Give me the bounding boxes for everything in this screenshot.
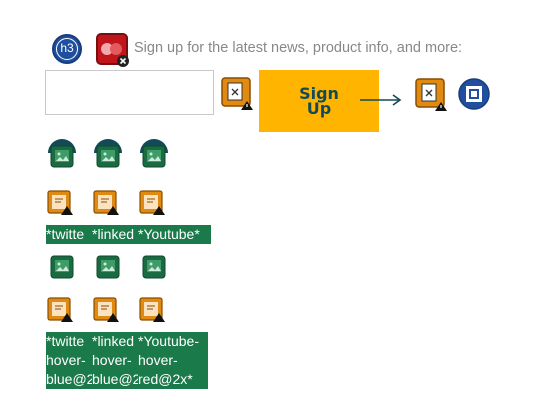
social-twitter-circle[interactable] [46, 137, 78, 174]
image-placeholder-icon [94, 139, 122, 168]
label-line: *Youtube- [138, 333, 199, 349]
social-twitter-broken [47, 190, 75, 221]
social-linkedin-circle[interactable] [92, 137, 124, 174]
label-line: hover- [138, 352, 178, 368]
broken-image-icon [47, 297, 73, 322]
image-placeholder-icon [142, 255, 166, 279]
image-placeholder-icon [48, 139, 76, 168]
social-twitter-hover-image[interactable] [50, 255, 74, 284]
label-line: blue@2 [46, 371, 92, 387]
arrow-right-icon [360, 94, 402, 106]
image-placeholder-icon [50, 255, 74, 279]
broken-image-icon [93, 297, 119, 322]
label-line: *twitte [46, 333, 85, 349]
missing-plugin-icon [96, 33, 129, 67]
social-twitter-hover-label[interactable]: *twitte hover- blue@2 [46, 332, 92, 389]
broken-image-icon [93, 190, 119, 215]
h3-badge-icon: h3 [52, 34, 82, 64]
broken-image-icon [139, 190, 165, 215]
social-youtube-hover-image[interactable] [142, 255, 166, 284]
social-linkedin-hover-image[interactable] [96, 255, 120, 284]
social-youtube-hover-broken [139, 297, 167, 328]
label-line: *linked [92, 333, 135, 349]
label-line: blue@2 [92, 371, 138, 387]
social-linkedin-label[interactable]: *linked [92, 225, 138, 244]
broken-image-icon [415, 78, 447, 111]
social-youtube-circle[interactable] [138, 137, 170, 174]
signup-button-line2: Up [306, 99, 332, 118]
signup-tagline: Sign up for the latest news, product inf… [134, 40, 463, 56]
image-placeholder-icon [140, 139, 168, 168]
broken-image-icon [139, 297, 165, 322]
social-linkedin-hover-broken [93, 297, 121, 328]
label-line: red@2x* [138, 371, 193, 387]
social-youtube-label[interactable]: *Youtube* [138, 225, 211, 244]
social-linkedin-hover-label[interactable]: *linked hover- blue@2 [92, 332, 138, 389]
label-line: hover- [92, 352, 132, 368]
label-line: hover- [46, 352, 86, 368]
social-youtube-broken [139, 190, 167, 221]
broken-image-icon [47, 190, 73, 215]
social-twitter-label[interactable]: *twitte [46, 225, 92, 244]
social-twitter-hover-broken [47, 297, 75, 328]
image-placeholder-icon [96, 255, 120, 279]
social-linkedin-broken [93, 190, 121, 221]
stop-square-icon[interactable] [458, 78, 490, 110]
broken-image-icon [221, 77, 253, 110]
h3-badge-text: h3 [56, 38, 78, 60]
email-input[interactable] [45, 70, 214, 115]
social-youtube-hover-label[interactable]: *Youtube- hover- red@2x* [138, 332, 208, 389]
